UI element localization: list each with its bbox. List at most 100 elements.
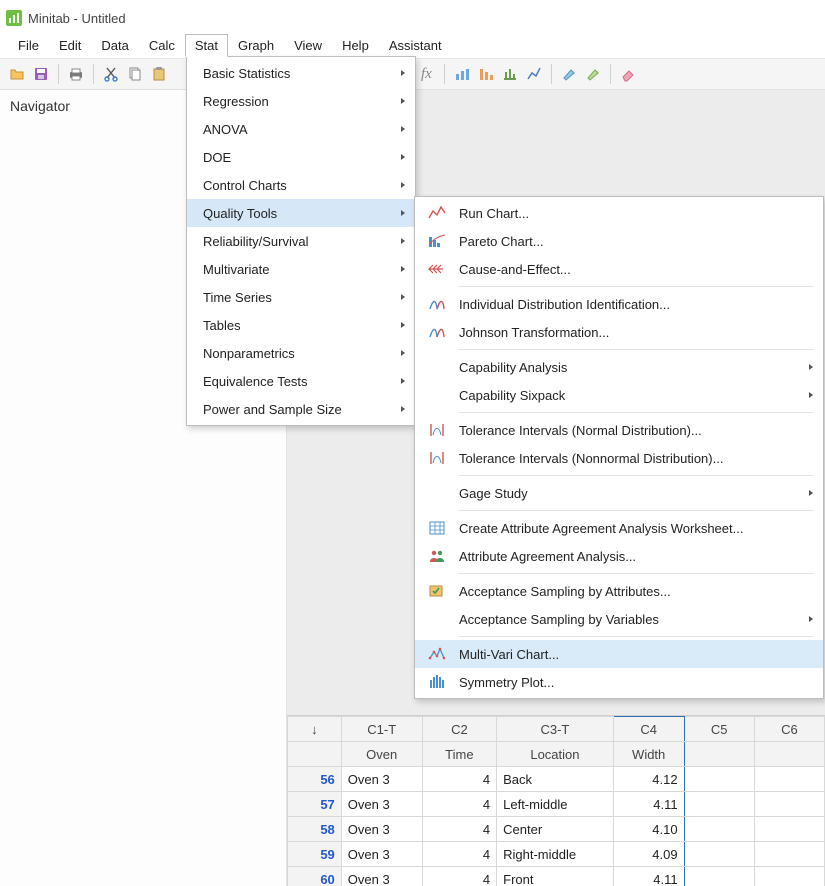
menu-assistant[interactable]: Assistant: [379, 34, 452, 57]
cell[interactable]: 4: [422, 867, 497, 886]
qt-item-tolerance-intervals-nonnormal-distribution[interactable]: Tolerance Intervals (Nonnormal Distribut…: [415, 444, 823, 472]
cell[interactable]: [684, 767, 754, 792]
stat-item-doe[interactable]: DOE: [187, 143, 415, 171]
stat-item-time-series[interactable]: Time Series: [187, 283, 415, 311]
cell[interactable]: Oven 3: [341, 867, 422, 886]
stat-item-reliability-survival[interactable]: Reliability/Survival: [187, 227, 415, 255]
cell[interactable]: [754, 817, 824, 842]
cell[interactable]: Oven 3: [341, 842, 422, 867]
cell[interactable]: [754, 867, 824, 886]
qt-item-attribute-agreement-analysis[interactable]: Attribute Agreement Analysis...: [415, 542, 823, 570]
row-header[interactable]: 58: [288, 817, 342, 842]
menu-file[interactable]: File: [8, 34, 49, 57]
open-icon[interactable]: [6, 63, 28, 85]
cell[interactable]: [684, 867, 754, 886]
fx-label[interactable]: fx: [415, 66, 438, 83]
cell[interactable]: [754, 842, 824, 867]
cell[interactable]: Oven 3: [341, 767, 422, 792]
col-header[interactable]: C4: [613, 717, 684, 742]
col-name[interactable]: Width: [613, 742, 684, 767]
stat-item-basic-statistics[interactable]: Basic Statistics: [187, 59, 415, 87]
stat-item-quality-tools[interactable]: Quality Tools: [187, 199, 415, 227]
qt-item-cause-and-effect[interactable]: Cause-and-Effect...: [415, 255, 823, 283]
menu-calc[interactable]: Calc: [139, 34, 185, 57]
row-header[interactable]: 56: [288, 767, 342, 792]
cell[interactable]: 4.10: [613, 817, 684, 842]
qt-item-capability-sixpack[interactable]: Capability Sixpack: [415, 381, 823, 409]
cell[interactable]: 4: [422, 767, 497, 792]
col-name[interactable]: [754, 742, 824, 767]
cell[interactable]: 4: [422, 842, 497, 867]
copy-icon[interactable]: [124, 63, 146, 85]
cell[interactable]: 4.12: [613, 767, 684, 792]
eraser-icon[interactable]: [617, 63, 639, 85]
chart-tool-3-icon[interactable]: [499, 63, 521, 85]
cell[interactable]: Back: [497, 767, 614, 792]
menu-stat[interactable]: Stat: [185, 34, 228, 57]
cell[interactable]: Oven 3: [341, 817, 422, 842]
row-header[interactable]: 57: [288, 792, 342, 817]
cell[interactable]: Front: [497, 867, 614, 886]
highlight-1-icon[interactable]: [558, 63, 580, 85]
cell[interactable]: Oven 3: [341, 792, 422, 817]
col-name[interactable]: Time: [422, 742, 497, 767]
qt-item-tolerance-intervals-normal-distribution[interactable]: Tolerance Intervals (Normal Distribution…: [415, 416, 823, 444]
qt-item-acceptance-sampling-by-variables[interactable]: Acceptance Sampling by Variables: [415, 605, 823, 633]
cell[interactable]: 4.09: [613, 842, 684, 867]
paste-icon[interactable]: [148, 63, 170, 85]
col-header[interactable]: C5: [684, 717, 754, 742]
cell[interactable]: Center: [497, 817, 614, 842]
cell[interactable]: [684, 817, 754, 842]
menu-edit[interactable]: Edit: [49, 34, 91, 57]
menu-help[interactable]: Help: [332, 34, 379, 57]
stat-item-anova[interactable]: ANOVA: [187, 115, 415, 143]
qt-item-run-chart[interactable]: Run Chart...: [415, 199, 823, 227]
corner-cell[interactable]: ↓: [288, 717, 342, 742]
qt-item-individual-distribution-identification[interactable]: Individual Distribution Identification..…: [415, 290, 823, 318]
col-name[interactable]: Oven: [341, 742, 422, 767]
highlight-2-icon[interactable]: [582, 63, 604, 85]
stat-item-tables[interactable]: Tables: [187, 311, 415, 339]
qt-item-johnson-transformation[interactable]: Johnson Transformation...: [415, 318, 823, 346]
qt-item-create-attribute-agreement-analysis-worksheet[interactable]: Create Attribute Agreement Analysis Work…: [415, 514, 823, 542]
stat-item-equivalence-tests[interactable]: Equivalence Tests: [187, 367, 415, 395]
cell[interactable]: 4: [422, 792, 497, 817]
qt-item-acceptance-sampling-by-attributes[interactable]: Acceptance Sampling by Attributes...: [415, 577, 823, 605]
qt-item-gage-study[interactable]: Gage Study: [415, 479, 823, 507]
cell[interactable]: 4.11: [613, 867, 684, 886]
qt-item-multi-vari-chart[interactable]: Multi-Vari Chart...: [415, 640, 823, 668]
worksheet[interactable]: ↓C1-TC2C3-TC4C5C6 OvenTimeLocationWidth 56…: [287, 715, 825, 886]
stat-item-control-charts[interactable]: Control Charts: [187, 171, 415, 199]
menu-graph[interactable]: Graph: [228, 34, 284, 57]
col-header[interactable]: C6: [754, 717, 824, 742]
col-header[interactable]: C2: [422, 717, 497, 742]
stat-item-multivariate[interactable]: Multivariate: [187, 255, 415, 283]
menu-data[interactable]: Data: [91, 34, 138, 57]
cell[interactable]: [754, 792, 824, 817]
cell[interactable]: [684, 842, 754, 867]
qt-item-capability-analysis[interactable]: Capability Analysis: [415, 353, 823, 381]
stat-item-nonparametrics[interactable]: Nonparametrics: [187, 339, 415, 367]
save-icon[interactable]: [30, 63, 52, 85]
cell[interactable]: 4.11: [613, 792, 684, 817]
col-name[interactable]: Location: [497, 742, 614, 767]
col-name[interactable]: [684, 742, 754, 767]
qt-item-pareto-chart[interactable]: Pareto Chart...: [415, 227, 823, 255]
chart-tool-4-icon[interactable]: [523, 63, 545, 85]
print-icon[interactable]: [65, 63, 87, 85]
cell[interactable]: [754, 767, 824, 792]
cell[interactable]: 4: [422, 817, 497, 842]
col-header[interactable]: C3-T: [497, 717, 614, 742]
cell[interactable]: Left-middle: [497, 792, 614, 817]
chart-tool-1-icon[interactable]: [451, 63, 473, 85]
cell[interactable]: [684, 792, 754, 817]
row-header[interactable]: 59: [288, 842, 342, 867]
stat-item-power-and-sample-size[interactable]: Power and Sample Size: [187, 395, 415, 423]
chart-tool-2-icon[interactable]: [475, 63, 497, 85]
stat-item-regression[interactable]: Regression: [187, 87, 415, 115]
cut-icon[interactable]: [100, 63, 122, 85]
col-header[interactable]: C1-T: [341, 717, 422, 742]
row-header[interactable]: 60: [288, 867, 342, 886]
qt-item-symmetry-plot[interactable]: Symmetry Plot...: [415, 668, 823, 696]
cell[interactable]: Right-middle: [497, 842, 614, 867]
